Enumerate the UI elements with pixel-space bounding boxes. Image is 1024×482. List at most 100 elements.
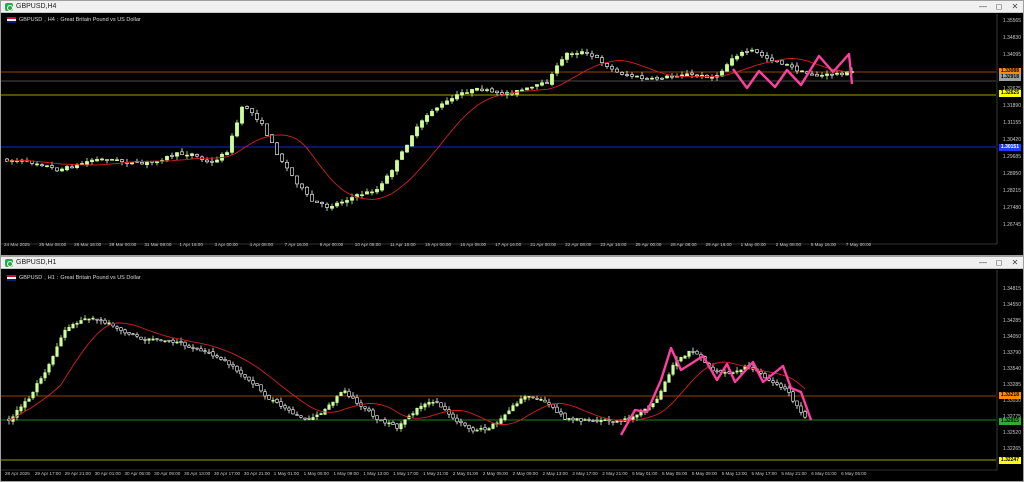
candle-body (447, 409, 451, 415)
chart-description: Great Britain Pound vs US Dollar (60, 275, 141, 281)
price-scale-label: 1.28950 (1002, 171, 1021, 177)
time-scale-label: 30 Apr 17:00 (214, 471, 241, 476)
time-scale-label: 2 May 09:00 (512, 471, 538, 476)
gbp-flag-icon (7, 17, 16, 23)
price-chart-h4[interactable] (1, 14, 1023, 256)
candle-body (91, 317, 95, 320)
candle-body (480, 88, 484, 91)
candle-body (639, 411, 643, 416)
price-scale-label: 1.34050 (1002, 334, 1021, 340)
chart-info-h4: GBPUSD, H4: Great Britain Pound vs US Do… (7, 17, 141, 23)
candle-body (575, 418, 579, 421)
candle-body (820, 74, 824, 77)
maximize-icon[interactable]: ◻ (991, 1, 1007, 13)
time-scale-label: 5 May 21:00 (781, 471, 807, 476)
candle-body (327, 404, 331, 410)
candle-body (330, 205, 334, 209)
candle-body (295, 414, 299, 416)
candle-body (170, 155, 174, 157)
candle-body (485, 89, 489, 91)
close-icon[interactable]: ✕ (1007, 1, 1023, 13)
candle-body (495, 90, 499, 93)
candle-body (430, 110, 434, 117)
candle-body (840, 72, 844, 75)
candle-body (547, 402, 551, 405)
candle-body (65, 166, 69, 171)
candle-body (343, 390, 347, 393)
maximize-icon[interactable]: ◻ (991, 257, 1007, 269)
time-scale-label: 6 May 01:00 (811, 471, 837, 476)
candle-body (651, 403, 655, 408)
time-scale-label: 2 May 17:00 (572, 471, 598, 476)
candle-body (655, 77, 659, 80)
candle-body (231, 364, 235, 367)
candle-body (585, 51, 589, 54)
candle-body (259, 384, 263, 392)
candle-body (775, 382, 779, 385)
candle-body (451, 413, 455, 419)
candle-body (245, 106, 249, 109)
price-scale-label: 1.34550 (1002, 302, 1021, 308)
candle-body (611, 421, 615, 423)
candle-body (563, 412, 567, 420)
candle-body (155, 338, 159, 340)
candle-body (771, 380, 775, 383)
candle-body (471, 427, 475, 432)
time-scale-label: 31 Mar 08:00 (144, 242, 172, 247)
price-scale-label: 1.33285 (1002, 382, 1021, 388)
candle-body (183, 341, 187, 347)
time-scale-label: 30 Apr 01:00 (94, 471, 121, 476)
candle-body (427, 401, 431, 405)
minimize-icon[interactable]: — (975, 1, 991, 13)
candle-body (240, 106, 244, 124)
candle-body (23, 401, 27, 408)
candle-body (830, 73, 834, 76)
candle-body (163, 340, 167, 343)
price-scale-label: 1.31890 (1002, 103, 1021, 109)
title-bar-h1[interactable]: GBPUSD,H1 — ◻ ✕ (1, 257, 1023, 269)
candle-body (667, 374, 671, 383)
candle-body (443, 406, 447, 410)
candle-body (325, 203, 329, 208)
time-scale-label: 1 May 13:00 (363, 471, 389, 476)
candle-body (670, 75, 674, 78)
candle-body (235, 365, 239, 372)
candle-body (195, 154, 199, 157)
chart-symbol: GBPUSD (19, 275, 43, 281)
candle-body (800, 70, 804, 73)
candle-body (180, 151, 184, 155)
time-scale-label: 23 Apr 16:00 (600, 242, 627, 247)
chart-symbol: GBPUSD (19, 17, 43, 23)
price-scale-label: 1.32265 (1002, 446, 1021, 452)
candle-body (250, 108, 254, 114)
candle-body (739, 369, 743, 372)
time-scale-label: 4 Apr 08:00 (249, 242, 274, 247)
price-scale-label: 1.31155 (1003, 120, 1021, 126)
time-scale-label: 1 May 21:00 (423, 471, 449, 476)
close-icon[interactable]: ✕ (1007, 257, 1023, 269)
candle-body (251, 380, 255, 385)
chart-description: Great Britain Pound vs US Dollar (60, 17, 141, 23)
price-scale-label: 1.34095 (1002, 52, 1021, 58)
candle-body (55, 346, 59, 357)
candle-body (539, 399, 543, 401)
candle-body (179, 341, 183, 343)
candle-body (27, 398, 31, 402)
candle-body (347, 390, 351, 397)
price-scale-label: 1.28215 (1002, 188, 1021, 194)
chart-window-h4[interactable]: GBPUSD,H4 — ◻ ✕ GBPUSD, H4: Great Britai… (0, 0, 1024, 256)
candle-body (487, 428, 491, 431)
candle-body (215, 355, 219, 358)
title-bar-h4[interactable]: GBPUSD,H4 — ◻ ✕ (1, 1, 1023, 13)
candle-body (55, 167, 59, 172)
candle-body (691, 351, 695, 353)
candle-body (155, 161, 159, 164)
minimize-icon[interactable]: — (975, 257, 991, 269)
chart-window-h1[interactable]: GBPUSD,H1 — ◻ ✕ GBPUSD, H1: Great Britai… (0, 256, 1024, 482)
candle-body (135, 334, 139, 337)
candle-body (535, 84, 539, 87)
candle-body (379, 419, 383, 422)
candle-body (455, 94, 459, 100)
candle-body (315, 200, 319, 203)
price-chart-h1[interactable] (1, 270, 1023, 482)
